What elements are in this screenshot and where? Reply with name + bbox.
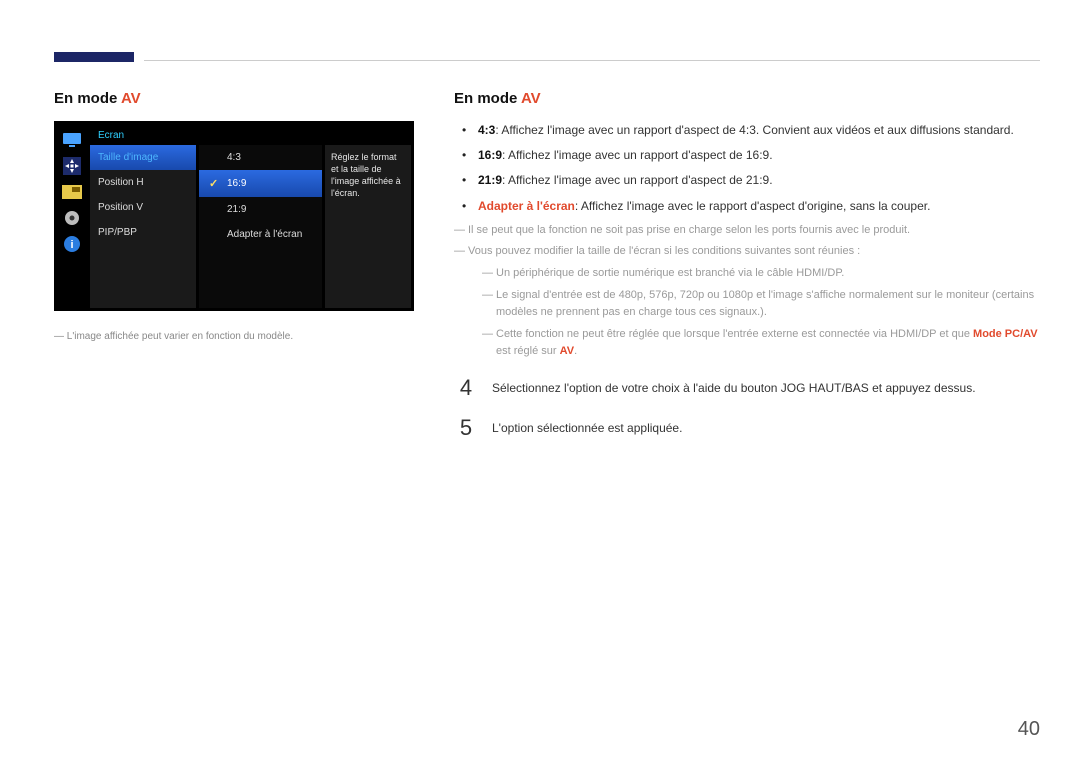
bullet-item: Adapter à l'écran: Affichez l'image avec… — [468, 197, 1040, 216]
info-icon: i — [60, 234, 84, 254]
step-5: 5 L'option sélectionnée est appliquée. — [454, 417, 1040, 439]
subnote: Le signal d'entrée est de 480p, 576p, 72… — [482, 287, 1040, 322]
heading-suffix: AV — [521, 90, 541, 107]
gear-icon — [60, 208, 84, 228]
svg-text:i: i — [70, 239, 73, 251]
page-number: 40 — [1018, 718, 1040, 741]
bullet-item: 21:9: Affichez l'image avec un rapport d… — [468, 171, 1040, 190]
osd-submenu-item: ✓16:9 — [199, 170, 322, 197]
osd-menu-item: Taille d'image — [90, 145, 196, 170]
monitor-icon — [60, 130, 84, 150]
subnote: Un périphérique de sortie numérique est … — [482, 265, 1040, 283]
osd-menu-item: Position V — [90, 195, 196, 220]
osd-submenu-item: 21:9 — [199, 197, 322, 222]
check-icon: ✓ — [209, 177, 219, 190]
subnote: Cette fonction ne peut être réglée que l… — [482, 326, 1040, 361]
step-text: Sélectionnez l'option de votre choix à l… — [492, 377, 1040, 398]
page: En mode AV i — [0, 0, 1080, 763]
osd-help-text: Réglez le format et la taille de l'image… — [325, 145, 411, 308]
note: Il se peut que la fonction ne soit pas p… — [454, 222, 1040, 240]
section-heading-right: En mode AV — [454, 90, 1040, 107]
heading-prefix: En mode — [454, 90, 521, 107]
osd-sidebar: i — [57, 124, 87, 308]
navigation-icon — [60, 156, 84, 176]
osd-title: Ecran — [90, 124, 411, 145]
step-4: 4 Sélectionnez l'option de votre choix à… — [454, 377, 1040, 399]
osd-menu-item: Position H — [90, 170, 196, 195]
heading-suffix: AV — [121, 90, 141, 107]
osd-menu-item: PIP/PBP — [90, 220, 196, 245]
step-number: 5 — [454, 417, 478, 439]
bullet-list: 4:3: Affichez l'image avec un rapport d'… — [454, 121, 1040, 216]
osd-menu-list: Taille d'image Position H Position V PIP… — [90, 145, 196, 308]
osd-screenshot: i Ecran Taille d'image Position H Positi… — [54, 121, 414, 311]
heading-prefix: En mode — [54, 90, 121, 107]
note: Vous pouvez modifier la taille de l'écra… — [454, 243, 1040, 261]
step-text: L'option sélectionnée est appliquée. — [492, 417, 1040, 438]
left-column: En mode AV i — [54, 90, 414, 457]
steps: 4 Sélectionnez l'option de votre choix à… — [454, 377, 1040, 439]
notes: Il se peut que la fonction ne soit pas p… — [454, 222, 1040, 361]
accent-bar — [54, 52, 134, 62]
top-bar — [54, 0, 1040, 62]
step-number: 4 — [454, 377, 478, 399]
right-column: En mode AV 4:3: Affichez l'image avec un… — [454, 90, 1040, 457]
osd-submenu-item: Adapter à l'écran — [199, 222, 322, 247]
pip-icon — [60, 182, 84, 202]
bullet-item: 16:9: Affichez l'image avec un rapport d… — [468, 146, 1040, 165]
two-column-layout: En mode AV i — [54, 90, 1040, 457]
horizontal-rule — [144, 60, 1040, 61]
bullet-item: 4:3: Affichez l'image avec un rapport d'… — [468, 121, 1040, 140]
osd-submenu-item: 4:3 — [199, 145, 322, 170]
osd-submenu-list: 4:3 ✓16:9 21:9 Adapter à l'écran — [199, 145, 322, 308]
osd-main: Ecran Taille d'image Position H Position… — [90, 124, 411, 308]
subnotes: Un périphérique de sortie numérique est … — [454, 265, 1040, 361]
osd-columns: Taille d'image Position H Position V PIP… — [90, 145, 411, 308]
image-caption: L'image affichée peut varier en fonction… — [54, 331, 414, 342]
section-heading-left: En mode AV — [54, 90, 414, 107]
